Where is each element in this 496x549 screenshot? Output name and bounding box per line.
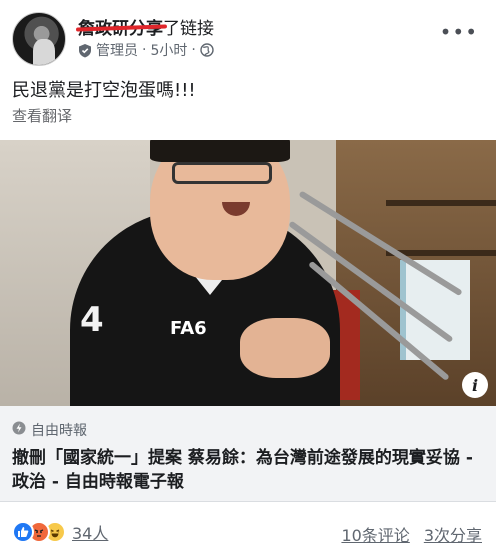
globe-icon[interactable] <box>200 43 214 57</box>
shares-count[interactable]: 3次分享 <box>424 522 482 546</box>
author-avatar[interactable] <box>12 12 66 66</box>
engagement-stats: 10条评论 3次分享 <box>341 522 482 546</box>
link-source: 自由時報 <box>12 420 87 440</box>
info-icon[interactable]: i <box>462 372 488 398</box>
post-header: 詹政研分享了链接 管理员 · 5小时 · ••• <box>0 0 496 72</box>
post-text: 民退黨是打空泡蛋嗎!!! <box>12 80 196 101</box>
person-hair <box>150 140 290 162</box>
comments-count[interactable]: 10条评论 <box>341 522 409 546</box>
post-meta: 管理员 · 5小时 · <box>78 40 214 60</box>
meta-separator: · <box>142 42 147 58</box>
link-title[interactable]: 撤刪「國家統一」提案 蔡易餘：為台灣前途發展的現實妥協 - 政治 - 自由時報電… <box>12 446 482 494</box>
link-preview-card[interactable]: 自由時報 撤刪「國家統一」提案 蔡易餘：為台灣前途發展的現實妥協 - 政治 - … <box>0 406 496 502</box>
shield-icon <box>78 43 92 58</box>
jacket-number: 4 <box>80 300 104 340</box>
more-icon[interactable]: ••• <box>440 22 478 42</box>
link-preview-image[interactable]: 4 FA6 i <box>0 140 496 406</box>
author-line: 詹政研分享了链接 <box>78 14 214 39</box>
link-source-name: 自由時報 <box>31 423 87 439</box>
post-footer: 34人 10条评论 3次分享 <box>0 512 496 549</box>
bolt-icon <box>12 421 26 439</box>
reactions-summary[interactable]: 34人 <box>12 520 108 544</box>
meta-separator-2: · <box>191 42 196 58</box>
author-action: 了链接 <box>163 19 214 39</box>
see-translation-link[interactable]: 查看翻译 <box>12 105 72 126</box>
like-reaction-icon <box>12 521 34 543</box>
role-label: 管理员 <box>96 43 138 59</box>
post-time[interactable]: 5小时 <box>150 40 187 60</box>
jacket-logo: FA6 <box>170 318 207 339</box>
glasses <box>172 162 272 184</box>
shelf-plank <box>386 200 496 206</box>
person-hand <box>240 318 330 378</box>
reaction-count[interactable]: 34人 <box>72 520 108 544</box>
author-name-struck[interactable]: 詹政研分享 <box>78 19 163 39</box>
